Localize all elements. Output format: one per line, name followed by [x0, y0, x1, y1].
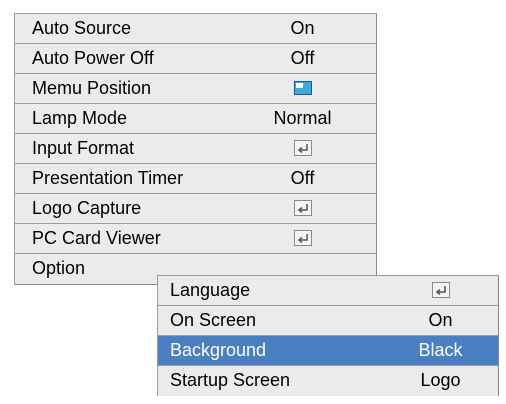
menu-item-lamp-mode[interactable]: Lamp Mode Normal [15, 104, 376, 134]
menu-item-menu-position[interactable]: Memu Position [15, 74, 376, 104]
menu-item-label: Input Format [32, 138, 135, 158]
menu-item-logo-capture[interactable]: Logo Capture [15, 194, 376, 224]
menu-item-label: Lamp Mode [32, 108, 128, 128]
option-submenu: Language On Screen On Background Black S… [157, 275, 499, 396]
menu-item-value [255, 194, 350, 223]
menu-item-label: Presentation Timer [32, 168, 184, 188]
submenu-item-label: Startup Screen [170, 370, 291, 390]
menu-item-label: Auto Source [32, 18, 132, 38]
submenu-item-label: Language [170, 280, 251, 300]
main-menu: Auto Source On Auto Power Off Off Memu P… [14, 13, 377, 285]
submenu-item-background[interactable]: Background Black [158, 336, 498, 366]
menu-item-auto-source[interactable]: Auto Source On [15, 14, 376, 44]
submenu-item-startup-screen[interactable]: Startup Screen Logo [158, 366, 498, 396]
submenu-item-label: Background [170, 340, 267, 360]
menu-position-icon [293, 80, 312, 95]
submenu-item-value: Black [418, 340, 463, 360]
submenu-item-value [393, 276, 488, 305]
menu-item-value: On [290, 18, 315, 38]
menu-item-value [255, 74, 350, 103]
menu-item-value [255, 134, 350, 163]
enter-icon [293, 139, 312, 156]
enter-icon [293, 199, 312, 216]
submenu-item-on-screen[interactable]: On Screen On [158, 306, 498, 336]
menu-item-value [255, 224, 350, 253]
menu-item-value: Normal [273, 108, 332, 128]
submenu-item-value: On [428, 310, 453, 330]
menu-item-auto-power-off[interactable]: Auto Power Off Off [15, 44, 376, 74]
menu-item-value: Off [290, 168, 315, 188]
menu-item-presentation-timer[interactable]: Presentation Timer Off [15, 164, 376, 194]
menu-item-pc-card-viewer[interactable]: PC Card Viewer [15, 224, 376, 254]
submenu-item-language[interactable]: Language [158, 276, 498, 306]
submenu-item-value: Logo [420, 370, 461, 390]
menu-item-input-format[interactable]: Input Format [15, 134, 376, 164]
menu-item-label: PC Card Viewer [32, 228, 161, 248]
menu-item-label: Memu Position [32, 78, 152, 98]
submenu-item-label: On Screen [170, 310, 257, 330]
menu-item-label: Logo Capture [32, 198, 142, 218]
enter-icon [431, 281, 450, 298]
menu-item-label: Option [32, 258, 86, 278]
menu-item-label: Auto Power Off [32, 48, 154, 68]
enter-icon [293, 229, 312, 246]
menu-item-value: Off [290, 48, 315, 68]
